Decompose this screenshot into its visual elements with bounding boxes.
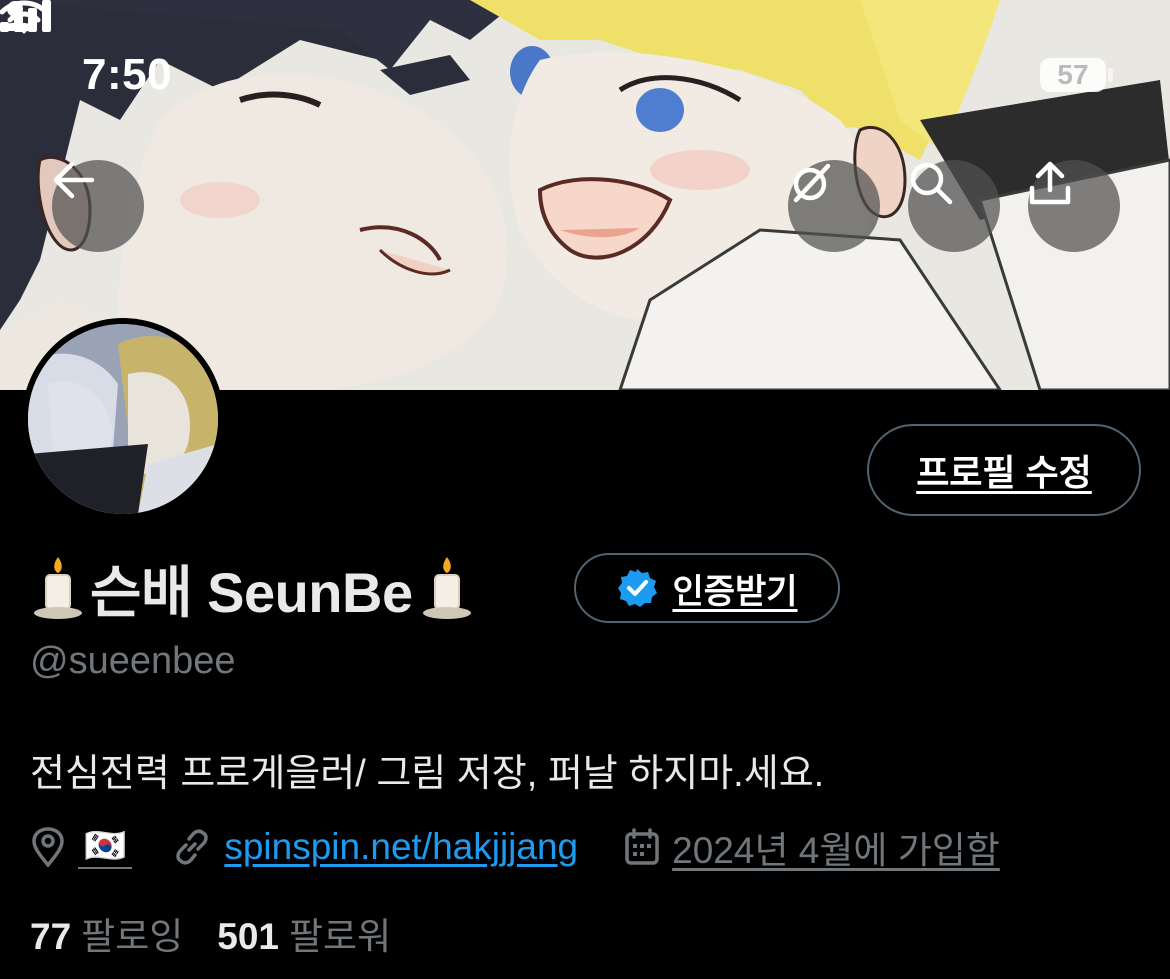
grok-button[interactable] <box>788 160 880 252</box>
avatar-image <box>28 324 218 514</box>
edit-profile-button[interactable]: 프로필 수정 <box>867 424 1141 516</box>
following-label: 팔로잉 <box>81 916 184 957</box>
location-pin-icon <box>30 827 66 867</box>
profile-avatar[interactable] <box>22 318 224 520</box>
wifi-icon <box>0 0 48 34</box>
display-name: 슨배 SeunBe <box>90 560 413 624</box>
joined-date: 2024년 4월에 가입함 <box>672 830 1000 871</box>
search-icon <box>910 162 953 205</box>
share-icon <box>1029 161 1071 205</box>
back-button[interactable] <box>52 160 144 252</box>
profile-bio: 전심전력 프로게을러/ 그림 저장, 퍼날 하지마.세요. <box>30 753 825 795</box>
get-verified-label: 인증받기 <box>672 572 798 611</box>
grok-icon <box>793 163 831 203</box>
battery-indicator: 57 <box>1040 58 1106 92</box>
following-stat[interactable]: 77 팔로잉 <box>30 906 183 960</box>
followers-count: 501 <box>217 916 280 957</box>
status-time: 7:50 <box>82 50 173 99</box>
calendar-icon <box>624 828 660 866</box>
arrow-left-icon <box>53 161 95 199</box>
search-button[interactable] <box>908 160 1000 252</box>
profile-banner[interactable]: 7:50 57 <box>0 0 1170 390</box>
candle-icon <box>422 557 471 619</box>
get-verified-button[interactable]: 인증받기 <box>574 553 840 623</box>
share-button[interactable] <box>1028 160 1120 252</box>
battery-tip <box>1108 68 1113 82</box>
website-link[interactable]: spinspin.net/hakjjjang <box>224 826 578 868</box>
follow-stats: 77 팔로잉 501 팔로워 <box>30 906 425 960</box>
following-count: 77 <box>30 916 72 957</box>
link-icon <box>172 827 212 867</box>
verified-badge-icon <box>618 569 658 607</box>
followers-stat[interactable]: 501 팔로워 <box>217 906 391 960</box>
location-flag[interactable]: 🇰🇷 <box>78 825 133 869</box>
display-name-row: 슨배 SeunBe <box>30 552 475 624</box>
candle-icon <box>34 557 82 619</box>
user-handle: @sueenbee <box>30 640 236 682</box>
followers-label: 팔로워 <box>289 916 392 957</box>
profile-meta-row: 🇰🇷 spinspin.net/hakjjjang 2024년 4월에 가입함 <box>30 822 1000 872</box>
